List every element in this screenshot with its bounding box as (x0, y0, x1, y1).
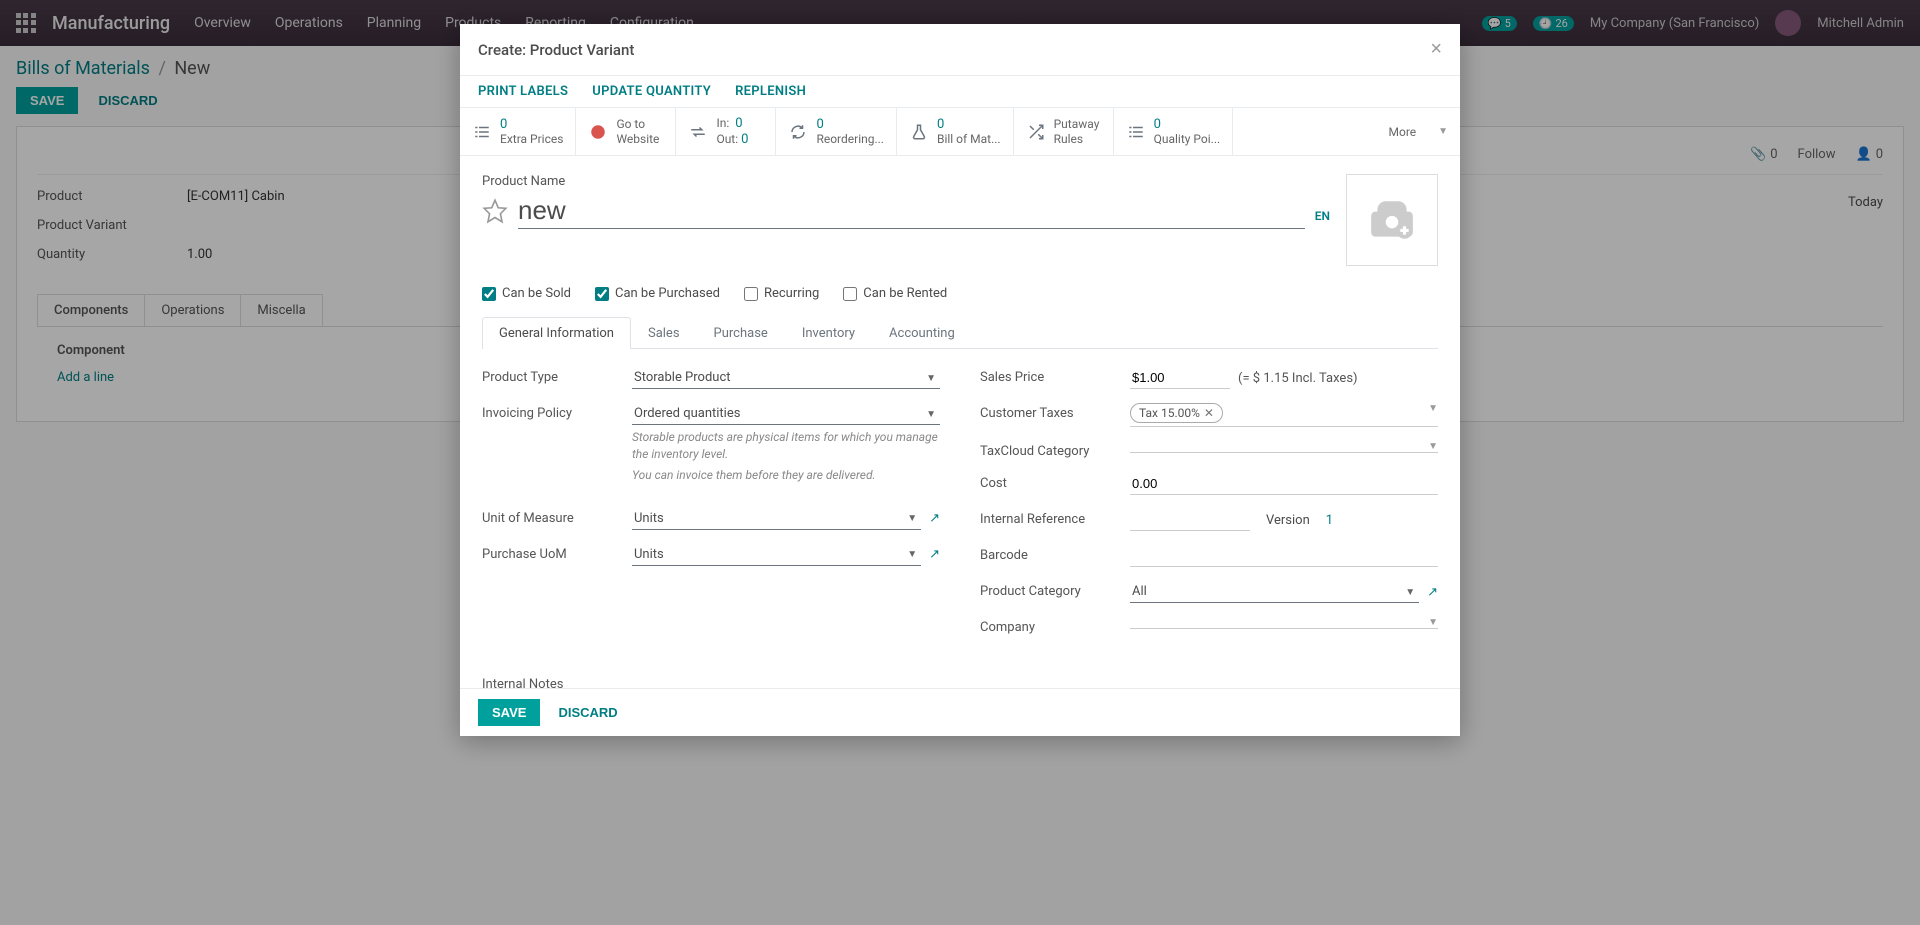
product-type-label: Product Type (482, 367, 632, 385)
modal-discard-button[interactable]: DISCARD (548, 699, 627, 726)
internal-ref-input[interactable] (1130, 509, 1250, 531)
refresh-icon (788, 122, 808, 142)
cost-input[interactable] (1130, 473, 1438, 495)
can-be-purchased-checkbox[interactable]: Can be Purchased (595, 286, 720, 301)
tab-accounting[interactable]: Accounting (872, 317, 972, 349)
replenish-button[interactable]: REPLENISH (735, 84, 806, 99)
purchase-uom-label: Purchase UoM (482, 544, 632, 562)
tab-sales[interactable]: Sales (631, 317, 697, 349)
barcode-input[interactable] (1130, 545, 1438, 567)
company-label: Company (980, 617, 1130, 635)
invoicing-policy-label: Invoicing Policy (482, 403, 632, 421)
incl-tax-label: (= $ 1.15 Incl. Taxes) (1238, 371, 1358, 386)
list-icon (472, 122, 492, 142)
taxcloud-label: TaxCloud Category (980, 441, 1130, 459)
stat-quality[interactable]: 0Quality Poi... (1114, 108, 1234, 155)
stat-putaway[interactable]: PutawayRules (1014, 108, 1114, 155)
sales-price-label: Sales Price (980, 367, 1130, 385)
transfer-icon (688, 122, 708, 142)
stat-more[interactable]: More ▼ (1233, 108, 1460, 155)
shuffle-icon (1026, 122, 1046, 142)
version-label: Version (1266, 513, 1310, 528)
remove-tax-icon[interactable]: ✕ (1204, 406, 1214, 420)
product-name-input[interactable] (518, 193, 1305, 229)
lang-badge[interactable]: EN (1315, 209, 1330, 229)
uom-label: Unit of Measure (482, 508, 632, 526)
tab-purchase[interactable]: Purchase (697, 317, 785, 349)
internal-notes-label: Internal Notes (482, 677, 563, 688)
product-type-select[interactable]: Storable Product (632, 367, 940, 389)
create-variant-modal: Create: Product Variant × PRINT LABELS U… (460, 24, 1460, 736)
external-link-icon[interactable]: ↗ (1427, 585, 1438, 600)
version-value[interactable]: 1 (1326, 513, 1333, 528)
chevron-down-icon[interactable]: ▼ (1428, 441, 1438, 452)
product-category-select[interactable]: All (1130, 581, 1419, 603)
customer-taxes-label: Customer Taxes (980, 403, 1130, 421)
stat-buttons: 0Extra Prices Go toWebsite In: 0 Out: 0 (460, 108, 1460, 156)
internal-ref-label: Internal Reference (980, 509, 1130, 527)
recurring-checkbox[interactable]: Recurring (744, 286, 819, 301)
tab-inventory[interactable]: Inventory (785, 317, 872, 349)
form-tabs: General Information Sales Purchase Inven… (482, 317, 1438, 349)
external-link-icon[interactable]: ↗ (929, 547, 940, 562)
update-quantity-button[interactable]: UPDATE QUANTITY (592, 84, 711, 99)
product-image-placeholder[interactable] (1346, 174, 1438, 266)
stat-go-to-website[interactable]: Go toWebsite (576, 108, 676, 155)
globe-icon (588, 122, 608, 142)
stat-transfers[interactable]: In: 0 Out: 0 (676, 108, 776, 155)
product-category-label: Product Category (980, 581, 1130, 599)
sales-price-input[interactable] (1130, 367, 1230, 389)
print-labels-button[interactable]: PRINT LABELS (478, 84, 568, 99)
can-be-sold-checkbox[interactable]: Can be Sold (482, 286, 571, 301)
help-text: You can invoice them before they are del… (632, 467, 940, 484)
modal-action-bar: PRINT LABELS UPDATE QUANTITY REPLENISH (460, 76, 1460, 108)
external-link-icon[interactable]: ↗ (929, 511, 940, 526)
modal-title: Create: Product Variant (478, 41, 634, 59)
star-icon[interactable] (482, 198, 508, 224)
product-name-label: Product Name (482, 174, 1330, 189)
list-icon (1126, 122, 1146, 142)
modal-overlay: Create: Product Variant × PRINT LABELS U… (0, 0, 1920, 925)
barcode-label: Barcode (980, 545, 1130, 563)
chevron-down-icon: ▼ (1438, 126, 1448, 137)
modal-footer: SAVE DISCARD (460, 688, 1460, 736)
stat-extra-prices[interactable]: 0Extra Prices (460, 108, 576, 155)
modal-save-button[interactable]: SAVE (478, 699, 540, 726)
can-be-rented-checkbox[interactable]: Can be Rented (843, 286, 947, 301)
chevron-down-icon[interactable]: ▼ (1428, 617, 1438, 628)
cost-label: Cost (980, 473, 1130, 491)
invoicing-policy-select[interactable]: Ordered quantities (632, 403, 940, 425)
tax-tag[interactable]: Tax 15.00%✕ (1130, 403, 1223, 423)
tab-general[interactable]: General Information (482, 317, 631, 349)
help-text: Storable products are physical items for… (632, 429, 940, 463)
close-icon[interactable]: × (1430, 38, 1442, 61)
stat-bom[interactable]: 0Bill of Mat... (897, 108, 1014, 155)
chevron-down-icon[interactable]: ▼ (1428, 403, 1438, 423)
uom-select[interactable]: Units (632, 508, 921, 530)
purchase-uom-select[interactable]: Units (632, 544, 921, 566)
modal-header: Create: Product Variant × (460, 24, 1460, 76)
flask-icon (909, 122, 929, 142)
stat-reordering[interactable]: 0Reordering... (776, 108, 897, 155)
